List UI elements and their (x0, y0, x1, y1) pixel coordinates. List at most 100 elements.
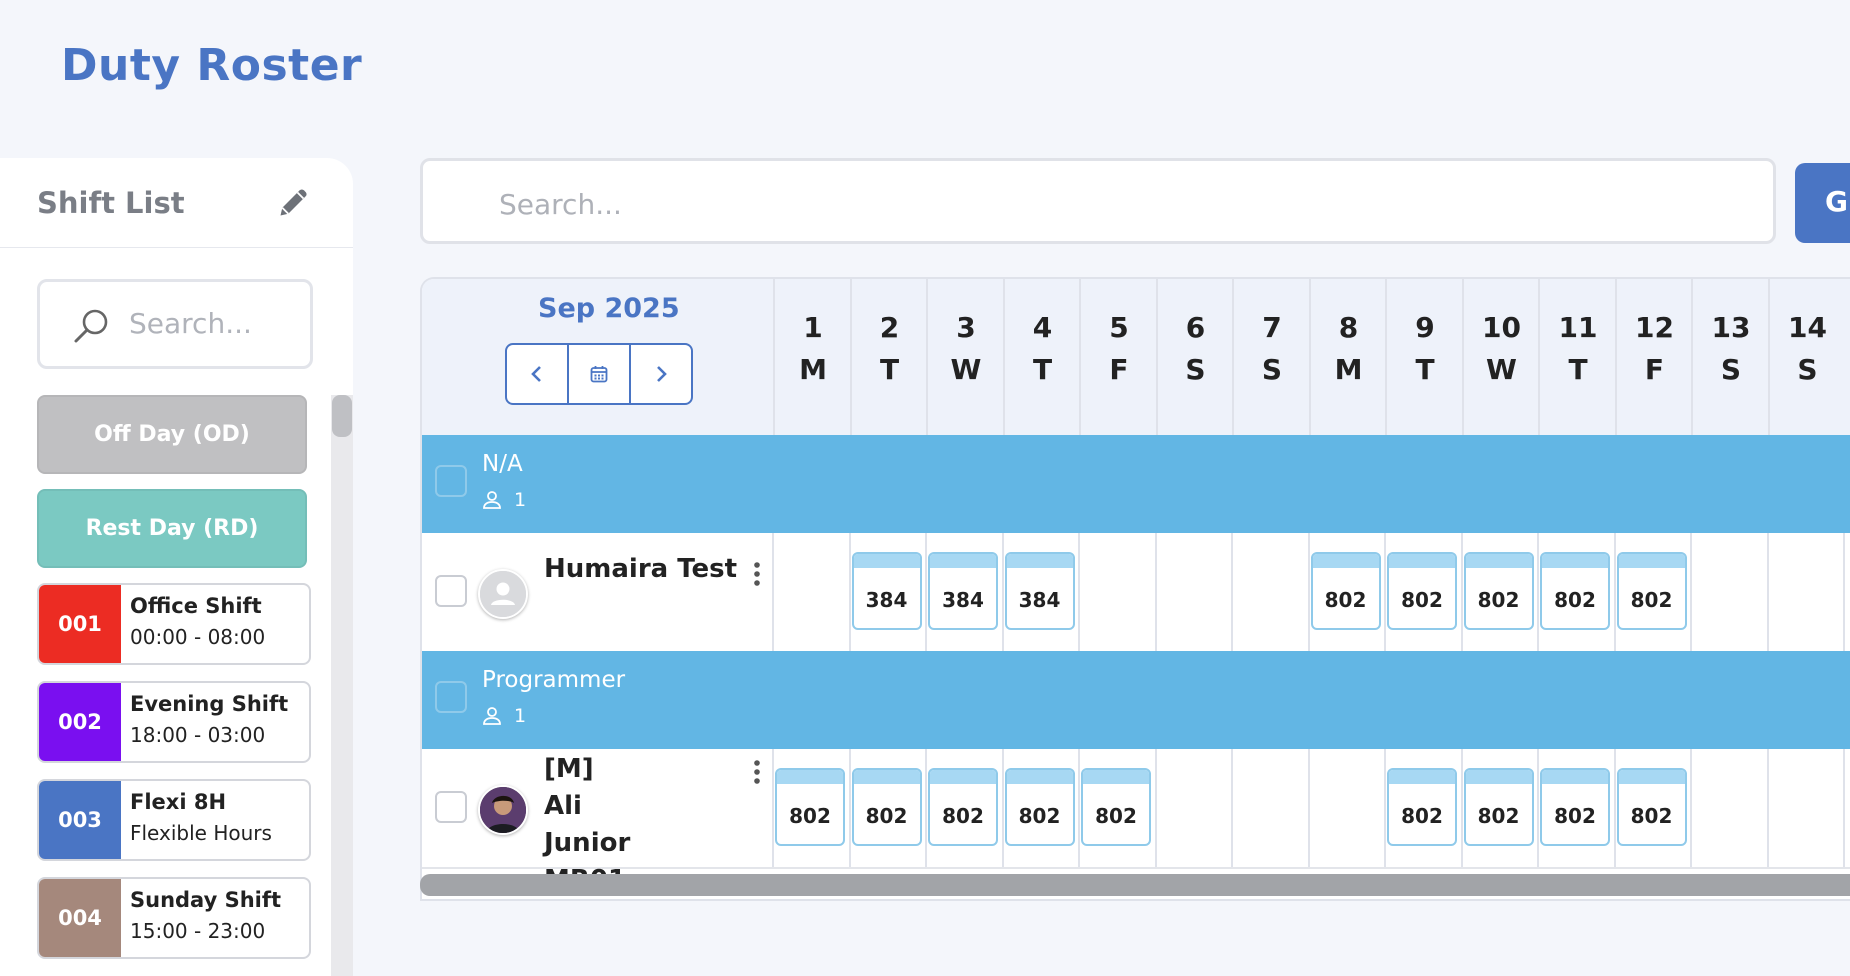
roster-cell[interactable] (1691, 533, 1768, 651)
roster-cell[interactable]: 802 (1309, 533, 1386, 651)
tile-cap (1542, 770, 1608, 784)
roster-cell[interactable] (1768, 749, 1845, 867)
shift-assignment-tile[interactable]: 802 (1540, 768, 1610, 846)
tile-cap (1006, 554, 1073, 568)
day-number: 4 (1032, 311, 1053, 344)
roster-cell[interactable] (1232, 533, 1309, 651)
roster-cell[interactable]: 384 (1003, 533, 1080, 651)
calendar-picker-button[interactable] (567, 345, 629, 403)
shift-code-badge: 003 (39, 781, 121, 859)
roster-cell[interactable]: 802 (1615, 533, 1692, 651)
roster-cell[interactable]: 802 (1462, 533, 1539, 651)
roster-cell[interactable]: 802 (1385, 533, 1462, 651)
roster-cell[interactable]: 802 (926, 749, 1003, 867)
next-month-button[interactable] (629, 345, 691, 403)
go-button[interactable]: Gi (1795, 163, 1850, 243)
shift-assignment-tile[interactable]: 384 (1004, 552, 1075, 630)
shift-list-scrollbar[interactable] (331, 395, 353, 976)
shift-card[interactable]: 002 Evening Shift 18:00 - 03:00 (37, 681, 311, 763)
group-row[interactable]: Programmer 1 (422, 651, 1850, 749)
shift-assignment-tile[interactable]: 802 (1616, 768, 1687, 846)
shift-assignment-tile[interactable]: 802 (928, 768, 998, 846)
shift-name: Evening Shift (130, 692, 289, 716)
roster-search-box[interactable] (420, 158, 1776, 244)
roster-cell[interactable]: 802 (1538, 749, 1615, 867)
roster-cell[interactable] (1768, 533, 1845, 651)
shift-assignment-tile[interactable]: 802 (775, 768, 845, 846)
more-options-icon[interactable] (752, 561, 762, 593)
employee-row: [M] Ali Junior MR01802802802802802802802… (422, 749, 1850, 895)
day-column-header: 14 S (1767, 279, 1846, 435)
roster-cell[interactable]: 802 (850, 749, 927, 867)
roster-cell[interactable] (1232, 749, 1309, 867)
pencil-icon[interactable] (276, 184, 312, 220)
employee-checkbox[interactable] (435, 791, 467, 823)
roster-cell[interactable] (1156, 749, 1233, 867)
shift-code: 802 (942, 804, 984, 828)
tile-cap (1312, 554, 1379, 568)
group-checkbox[interactable] (435, 681, 467, 713)
shift-assignment-tile[interactable]: 802 (1081, 768, 1151, 846)
roster-cell[interactable]: 384 (926, 533, 1003, 651)
shift-time: Flexible Hours (130, 821, 272, 845)
employee-checkbox[interactable] (435, 575, 467, 607)
shift-assignment-tile[interactable]: 802 (1463, 768, 1534, 846)
roster-cell[interactable] (773, 533, 850, 651)
roster-cell[interactable]: 802 (773, 749, 850, 867)
roster-cell[interactable] (1079, 533, 1156, 651)
roster-cell[interactable]: 802 (1538, 533, 1615, 651)
roster-search-input[interactable] (497, 183, 1501, 225)
tile-cap (1618, 770, 1685, 784)
roster-cell[interactable] (1309, 749, 1386, 867)
group-checkbox[interactable] (435, 465, 467, 497)
shift-time: 00:00 - 08:00 (130, 625, 266, 649)
group-row[interactable]: N/A 1 (422, 435, 1850, 533)
day-number: 11 (1558, 311, 1598, 344)
shift-assignment-tile[interactable]: 802 (851, 768, 922, 846)
shift-code: 802 (1630, 804, 1673, 828)
shift-assignment-tile[interactable]: 802 (1616, 552, 1687, 630)
chevron-right-icon (657, 366, 667, 382)
shift-assignment-tile[interactable]: 384 (851, 552, 922, 630)
shift-info: Evening Shift 18:00 - 03:00 (121, 683, 288, 761)
day-weekday: S (1185, 353, 1206, 386)
shift-code: 802 (1554, 588, 1596, 612)
tile-cap (1542, 554, 1608, 568)
shift-search-box[interactable] (37, 279, 313, 369)
day-type-button[interactable]: Rest Day (RD) (37, 489, 307, 568)
tile-cap (1618, 554, 1685, 568)
shift-assignment-tile[interactable]: 802 (1387, 768, 1457, 846)
shift-assignment-tile[interactable]: 802 (1540, 552, 1610, 630)
employee-name[interactable]: Humaira Test (544, 551, 744, 588)
roster-cell[interactable]: 802 (1462, 749, 1539, 867)
day-number: 5 (1109, 311, 1129, 344)
person-icon (483, 707, 501, 725)
shift-assignment-tile[interactable]: 802 (1463, 552, 1534, 630)
scrollbar-thumb[interactable] (332, 395, 352, 437)
shift-card[interactable]: 001 Office Shift 00:00 - 08:00 (37, 583, 311, 665)
day-column-header: 1M (773, 279, 851, 435)
tile-cap (1465, 554, 1532, 568)
shift-assignment-tile[interactable]: 802 (1387, 552, 1457, 630)
shift-card[interactable]: 003 Flexi 8H Flexible Hours (37, 779, 311, 861)
roster-cell[interactable] (1156, 533, 1233, 651)
shift-assignment-tile[interactable]: 384 (928, 552, 998, 630)
shift-assignment-tile[interactable]: 802 (1310, 552, 1381, 630)
roster-cell[interactable]: 802 (1385, 749, 1462, 867)
tile-cap (853, 770, 920, 784)
roster-horizontal-scrollbar[interactable] (420, 874, 1850, 896)
day-type-button[interactable]: Off Day (OD) (37, 395, 307, 474)
day-weekday: S (1261, 353, 1283, 386)
more-options-icon[interactable] (752, 759, 762, 791)
prev-month-button[interactable] (507, 345, 567, 403)
roster-cell[interactable]: 384 (850, 533, 927, 651)
roster-cell[interactable]: 802 (1615, 749, 1692, 867)
shift-card[interactable]: 004 Sunday Shift 15:00 - 23:00 (37, 877, 311, 959)
shift-assignment-tile[interactable]: 802 (1004, 768, 1075, 846)
roster-cell[interactable] (1691, 749, 1768, 867)
roster-cell[interactable]: 802 (1079, 749, 1156, 867)
shift-code: 802 (1018, 804, 1061, 828)
roster-cell[interactable]: 802 (1003, 749, 1080, 867)
shift-search-input[interactable] (127, 302, 301, 344)
day-number: 6 (1185, 311, 1206, 344)
